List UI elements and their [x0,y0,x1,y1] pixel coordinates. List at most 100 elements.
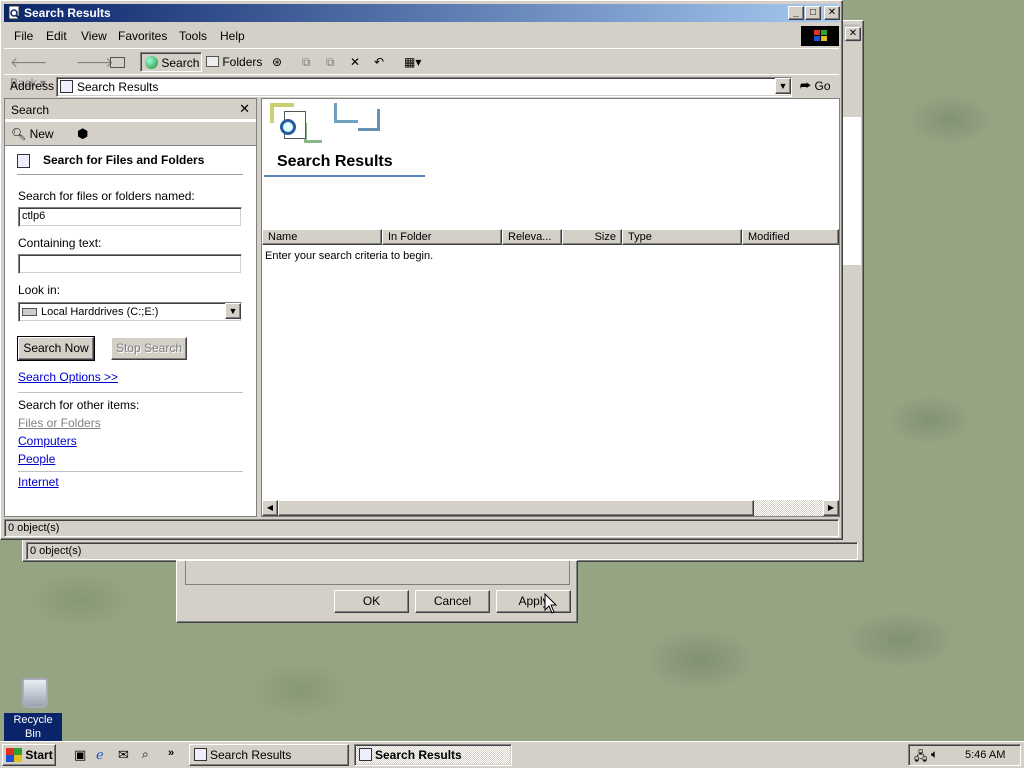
section-divider [17,174,243,176]
copy-to-button[interactable]: ⧉ [326,52,344,72]
windows-flag-icon [6,748,22,762]
move-to-button[interactable]: ⧉ [302,52,320,72]
col-size[interactable]: Size [562,229,622,245]
close-pane-icon[interactable]: ✕ [239,101,250,117]
horizontal-scrollbar[interactable]: ◀ ▶ [262,500,839,516]
delete-button[interactable]: ✕ [350,52,368,72]
move-to-icon: ⧉ [302,55,311,69]
up-folder-button[interactable] [110,52,132,72]
recycle-bin-icon [22,678,48,708]
col-relevance[interactable]: Releva... [502,229,562,245]
results-pane: Search Results Name In Folder Releva... … [261,98,840,517]
windows-logo-icon [801,26,839,46]
back-button[interactable]: 🡐 Back ▾ [10,52,70,90]
lookin-dropdown-button[interactable]: ▼ [225,303,241,319]
search-button[interactable]: Search [140,52,202,72]
close-button[interactable]: ✕ [824,6,840,20]
menu-help[interactable]: Help [220,29,245,43]
scroll-left-button[interactable]: ◀ [262,500,278,516]
new-search-button[interactable]: 🔍︎ New [11,127,54,141]
toolbar: 🡐 Back ▾ 🡒 ▾ Search Folders ⊛ ⧉ ⧉ ✕ ↶ ▦▾ [4,48,839,90]
task-icon-2 [359,748,372,761]
status-bar: 0 object(s) [4,519,839,537]
scroll-thumb[interactable] [278,500,754,516]
taskbar: Start ▣ ℯ ✉ ⌕ » Search Results Search Re… [0,741,1024,768]
minimize-button[interactable]: _ [788,6,804,20]
ok-button[interactable]: OK [334,590,409,613]
network-icon[interactable]: 🖧 [914,747,927,768]
menu-bar: File Edit View Favorites Tools Help [4,25,839,47]
filename-input[interactable]: ctlp6 [18,207,242,227]
more-icon[interactable]: » [168,747,174,759]
background-close-button[interactable]: ✕ [845,27,861,41]
clock: 5:46 AM [965,749,1006,761]
containing-label: Containing text: [18,236,102,250]
address-field[interactable]: Search Results ▼ [56,77,792,97]
people-link[interactable]: People [18,452,55,466]
search-now-button[interactable]: Search Now [17,336,95,361]
recycle-bin[interactable]: Recycle Bin [2,676,64,741]
quick-launch: ▣ ℯ ✉ ⌕ » [70,747,182,765]
files-or-folders-link[interactable]: Files or Folders [18,416,101,430]
task-search-results-1[interactable]: Search Results [189,744,349,766]
outlook-icon[interactable]: ✉ [118,747,129,763]
background-dialog[interactable]: OK Cancel Apply [176,560,578,623]
lookin-label: Look in: [18,283,61,297]
lookin-select[interactable]: Local Harddrives (C:;E:) ▼ [18,302,242,322]
address-dropdown-button[interactable]: ▼ [775,78,791,94]
volume-icon[interactable]: 🔈︎ [931,747,938,762]
up-folder-icon [110,57,125,68]
window-title: Search Results [24,6,111,20]
undo-button[interactable]: ↶ [374,52,392,72]
desktop-icon[interactable]: ▣ [74,747,86,763]
col-type[interactable]: Type [622,229,742,245]
menu-edit[interactable]: Edit [46,29,67,43]
results-banner-title: Search Results [277,153,393,170]
options-divider [18,392,243,393]
search-section-title: Search for Files and Folders [43,153,205,167]
containing-text-input[interactable] [18,254,242,274]
history-icon: ⊛ [272,55,283,69]
menu-tools[interactable]: Tools [179,29,207,43]
col-in-folder[interactable]: In Folder [382,229,502,245]
recycle-bin-label: Recycle Bin [4,713,62,741]
task-search-results-2[interactable]: Search Results [354,744,512,766]
mouse-cursor [544,593,558,614]
computers-link[interactable]: Computers [18,434,77,448]
harddrive-icon [22,308,37,316]
search-quick-icon[interactable]: ⌕ [142,747,149,762]
scroll-right-button[interactable]: ▶ [823,500,839,516]
views-button[interactable]: ▦▾ [404,52,430,72]
new-search-icon: 🔍︎ [11,127,27,141]
menu-file[interactable]: File [14,29,33,43]
internet-link[interactable]: Internet [18,475,59,489]
cancel-button[interactable]: Cancel [415,590,490,613]
search-pane-toolbar: 🔍︎ New ⬢ [5,121,256,146]
background-side-strip [841,117,861,265]
ie-icon[interactable]: ℯ [96,747,104,763]
search-results-window[interactable]: Search Results _ □ ✕ File Edit View Favo… [0,0,843,540]
stop-search-button[interactable]: Stop Search [111,337,187,360]
search-folder-icon [8,5,20,20]
history-button[interactable]: ⊛ [272,52,292,72]
go-arrow-icon: ⮫ [800,79,812,93]
search-assistant-icon[interactable]: ⬢ [77,126,88,142]
apply-button[interactable]: Apply [496,590,571,613]
go-button[interactable]: ⮫ Go [800,79,831,94]
menu-view[interactable]: View [81,29,107,43]
maximize-button[interactable]: □ [805,6,821,20]
forward-button[interactable]: 🡒 ▾ [76,52,114,90]
search-options-link[interactable]: Search Options >> [18,370,118,384]
start-button[interactable]: Start [2,744,56,766]
menu-favorites[interactable]: Favorites [118,29,167,43]
folders-button[interactable]: Folders [206,52,268,72]
col-name[interactable]: Name [262,229,382,245]
dialog-list-partial [185,561,570,585]
magnifier-icon [280,119,296,135]
other-items-label: Search for other items: [18,398,140,412]
delete-icon: ✕ [350,55,361,69]
main-titlebar: Search Results _ □ ✕ [4,4,840,22]
task-icon-1 [194,748,207,761]
col-modified[interactable]: Modified [742,229,839,245]
system-tray: 🖧 🔈︎ 5:46 AM [908,744,1021,766]
